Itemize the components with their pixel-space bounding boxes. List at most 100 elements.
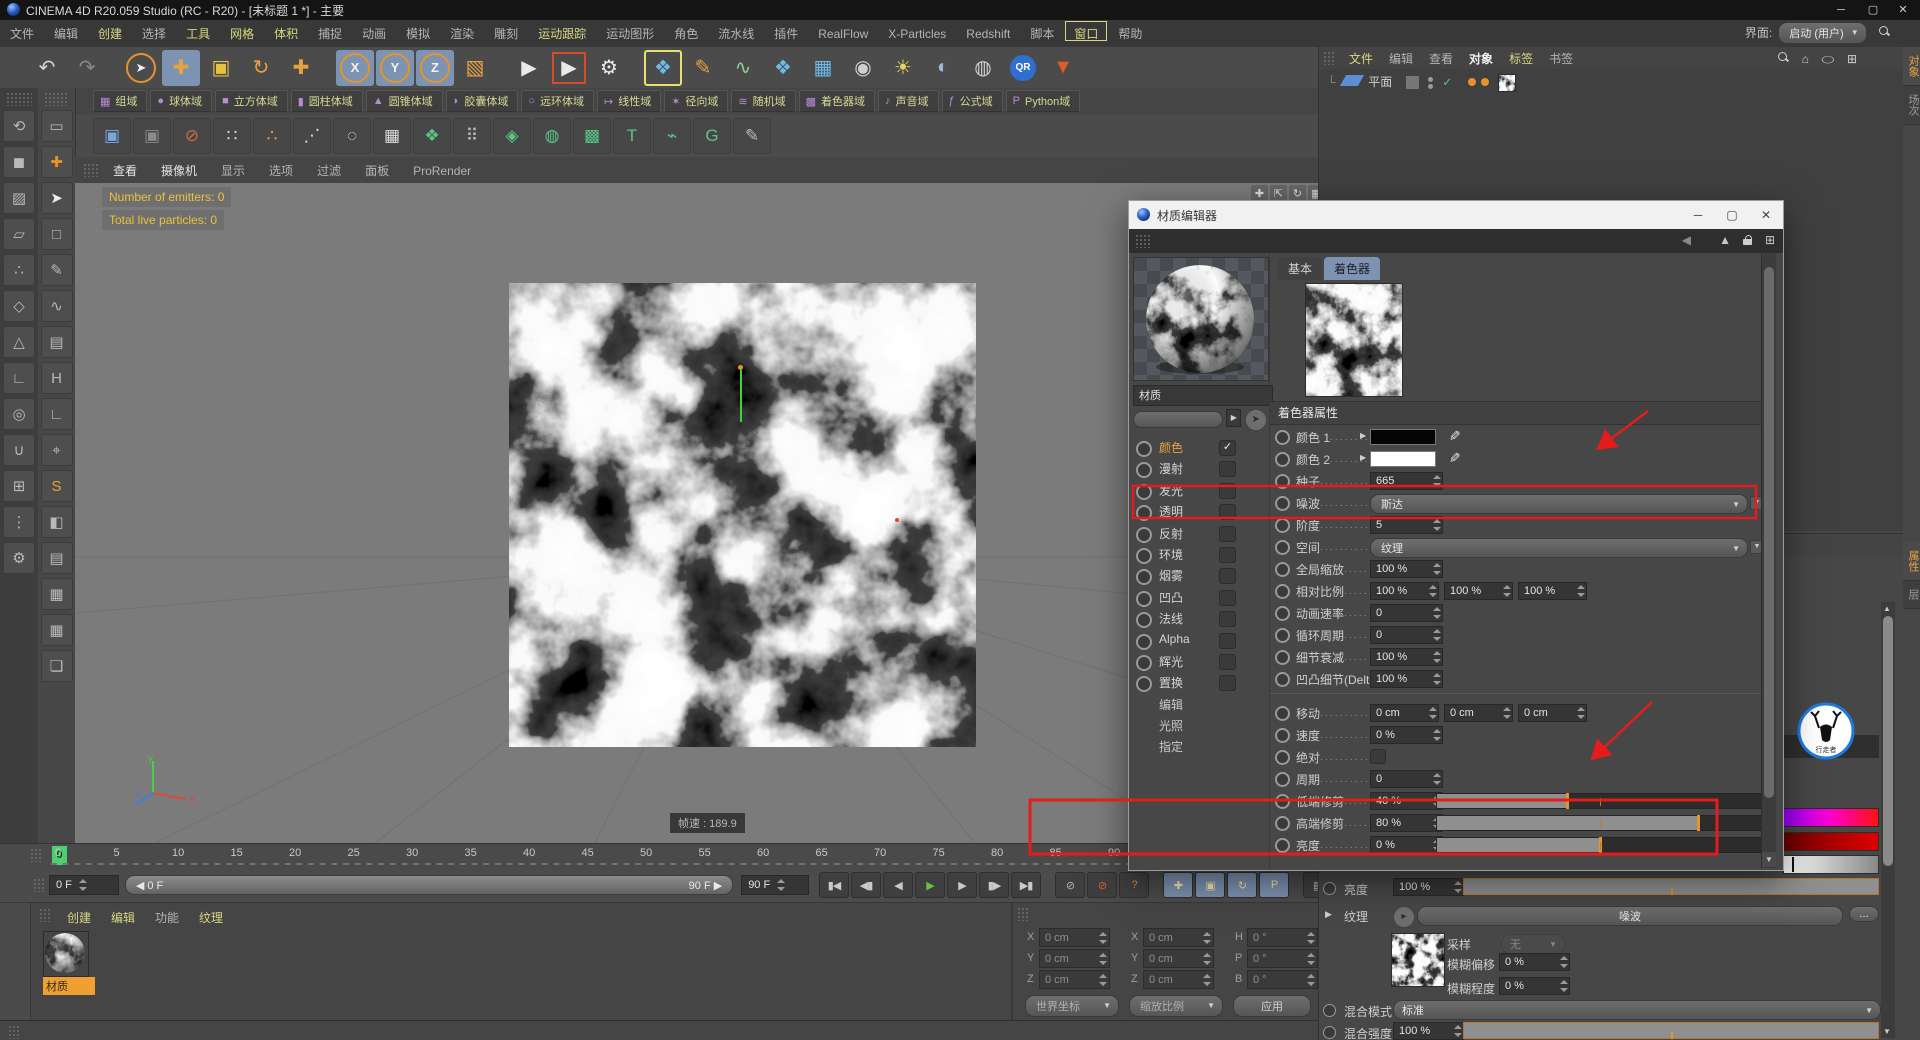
stepper-icon[interactable] bbox=[1432, 607, 1441, 619]
stepper-icon[interactable] bbox=[1202, 974, 1211, 986]
channel-circle-icon[interactable] bbox=[1136, 676, 1152, 692]
snap-icon[interactable]: ∪ bbox=[3, 434, 35, 466]
matmgr-handle[interactable] bbox=[39, 908, 51, 922]
grid-c-icon[interactable]: ▦ bbox=[41, 578, 73, 610]
solo-mode-icon[interactable]: ◎ bbox=[3, 398, 35, 430]
autokey-icon[interactable]: ⊘ bbox=[1087, 872, 1117, 898]
objmgr-menu-3[interactable]: 对象 bbox=[1461, 50, 1501, 67]
objmgr-menu-4[interactable]: 标签 bbox=[1501, 50, 1541, 67]
expand-arrow-icon[interactable]: ▶ bbox=[1360, 431, 1366, 440]
render-view-icon[interactable]: ▶ bbox=[510, 50, 548, 86]
field-button-2[interactable]: ■立方体域 bbox=[215, 90, 288, 112]
undo-icon[interactable]: ↶ bbox=[28, 50, 66, 86]
field-button-10[interactable]: ▩着色器域 bbox=[799, 90, 875, 112]
goto-end-icon[interactable]: ▶▮ bbox=[1011, 872, 1041, 898]
mospline-icon[interactable]: G bbox=[693, 118, 731, 154]
menu-item-17[interactable]: RealFlow bbox=[808, 22, 878, 41]
points-mode-icon[interactable]: ∴ bbox=[3, 254, 35, 286]
goto-start-icon[interactable]: ▮◀ bbox=[819, 872, 849, 898]
param-circle-icon[interactable] bbox=[1275, 540, 1290, 555]
stepper-icon[interactable] bbox=[1432, 475, 1441, 487]
lock-z-axis-icon[interactable]: Z bbox=[416, 50, 454, 86]
quantize-icon[interactable]: ⋮ bbox=[3, 506, 35, 538]
field-button-6[interactable]: ○远环体域 bbox=[521, 90, 594, 112]
close-button[interactable]: ✕ bbox=[1749, 201, 1783, 229]
channel-row-11[interactable]: 置换 bbox=[1131, 672, 1269, 693]
spline-arc-icon[interactable]: ∿ bbox=[724, 50, 762, 86]
scroll-up-icon[interactable]: ▲ bbox=[1883, 604, 1891, 613]
coord-field[interactable]: 0 ° bbox=[1247, 928, 1318, 947]
last-tool-icon[interactable]: ✚ bbox=[282, 50, 320, 86]
field-button-5[interactable]: ◗胶囊体域 bbox=[446, 90, 519, 112]
search-icon[interactable] bbox=[1878, 25, 1890, 37]
param-value-field[interactable]: 0 bbox=[1370, 626, 1443, 644]
rotate-tool-icon[interactable]: ↻ bbox=[242, 50, 280, 86]
param-value-field[interactable]: 40 % bbox=[1370, 792, 1443, 810]
menu-item-3[interactable]: 选择 bbox=[132, 20, 176, 42]
editor-handle[interactable] bbox=[1135, 234, 1151, 248]
blur-offset-field[interactable]: 0 % bbox=[1499, 953, 1570, 971]
param-circle-icon[interactable] bbox=[1275, 816, 1290, 831]
falloff-disabled-icon[interactable]: ▣ bbox=[133, 118, 171, 154]
interface-dropdown[interactable]: 启动 (用户)▼ bbox=[1778, 22, 1866, 44]
menu-item-13[interactable]: 运动图形 bbox=[596, 20, 664, 42]
stepper-icon[interactable] bbox=[1098, 974, 1107, 986]
cursor-icon[interactable]: ⌖ bbox=[41, 434, 73, 466]
axis-mode-icon[interactable]: ∟ bbox=[3, 362, 35, 394]
menu-item-22[interactable]: 帮助 bbox=[1108, 20, 1152, 42]
connector-icon[interactable]: ▩ bbox=[573, 118, 611, 154]
menu-item-18[interactable]: X-Particles bbox=[878, 22, 956, 41]
coord-field[interactable]: 0 cm bbox=[1143, 949, 1214, 968]
objmgr-menu-0[interactable]: 文件 bbox=[1341, 50, 1381, 67]
param-checkbox[interactable] bbox=[1370, 749, 1386, 764]
enabled-check-icon[interactable]: ✓ bbox=[1442, 75, 1452, 89]
matmgr-menu-2[interactable]: 功能 bbox=[145, 904, 189, 926]
scale-mode-dropdown[interactable]: 缩放比例▼ bbox=[1129, 995, 1223, 1017]
grid-h-icon[interactable]: H bbox=[41, 362, 73, 394]
stepper-icon[interactable] bbox=[1502, 585, 1511, 597]
close-button[interactable]: ✕ bbox=[1888, 0, 1918, 20]
field-button-4[interactable]: ▲圆锥体域 bbox=[366, 90, 443, 112]
param-value-field[interactable]: 0 cm bbox=[1518, 704, 1587, 722]
select-arrow-icon[interactable]: ➤ bbox=[41, 182, 73, 214]
eyedropper-icon[interactable]: ✎ bbox=[1445, 430, 1462, 442]
menu-item-9[interactable]: 模拟 bbox=[396, 20, 440, 42]
palette-handle[interactable] bbox=[6, 92, 32, 106]
model-mode-icon[interactable]: ◼ bbox=[3, 146, 35, 178]
tag-dot-icon[interactable] bbox=[1481, 78, 1489, 86]
back-icon[interactable]: ◀ bbox=[1682, 233, 1691, 247]
redo-icon[interactable]: ↷ bbox=[68, 50, 106, 86]
menu-item-19[interactable]: Redshift bbox=[956, 22, 1020, 41]
channel-circle-icon[interactable] bbox=[1136, 505, 1152, 521]
tag-dot-icon[interactable] bbox=[1468, 78, 1476, 86]
tab-shader[interactable]: 着色器 bbox=[1324, 257, 1380, 280]
objmgr-menu-1[interactable]: 编辑 bbox=[1381, 50, 1421, 67]
brightness-field[interactable]: 100 % bbox=[1393, 878, 1464, 896]
point-select-icon[interactable]: ∷ bbox=[213, 118, 251, 154]
timeline-handle[interactable] bbox=[30, 848, 42, 862]
color-spectrum-strip[interactable] bbox=[1783, 808, 1879, 827]
record-parameter-icon[interactable]: P bbox=[1259, 872, 1289, 898]
objmgr-menu-2[interactable]: 查看 bbox=[1421, 50, 1461, 67]
channel-circle-icon[interactable] bbox=[1136, 634, 1152, 650]
brightness-slider[interactable] bbox=[1463, 878, 1879, 895]
texture-arrow-button[interactable]: ▸ bbox=[1393, 906, 1415, 928]
expand-arrow-icon[interactable]: ▶ bbox=[1360, 453, 1366, 462]
stepper-icon[interactable] bbox=[1098, 932, 1107, 944]
menu-item-14[interactable]: 角色 bbox=[664, 20, 708, 42]
stepper-icon[interactable] bbox=[1432, 519, 1441, 531]
channel-circle-icon[interactable] bbox=[1136, 441, 1152, 457]
param-value-field[interactable]: 0 cm bbox=[1444, 704, 1513, 722]
sketch-icon[interactable]: ✎ bbox=[733, 118, 771, 154]
menu-item-5[interactable]: 网格 bbox=[220, 20, 264, 42]
channel-checkbox[interactable] bbox=[1219, 633, 1236, 649]
channel-row-8[interactable]: 法线 bbox=[1131, 608, 1269, 629]
coord-field[interactable]: 0 ° bbox=[1247, 949, 1318, 968]
fill-icon[interactable]: ◧ bbox=[41, 506, 73, 538]
value-cursor[interactable] bbox=[1792, 857, 1794, 872]
param-value-field[interactable]: 100 % bbox=[1518, 582, 1587, 600]
viewport-menu-2[interactable]: 显示 bbox=[209, 162, 257, 179]
channel-row-5[interactable]: 环境 bbox=[1131, 544, 1269, 565]
home-icon[interactable]: ⌂ bbox=[1802, 52, 1809, 66]
lock-y-axis-icon[interactable]: Y bbox=[376, 50, 414, 86]
